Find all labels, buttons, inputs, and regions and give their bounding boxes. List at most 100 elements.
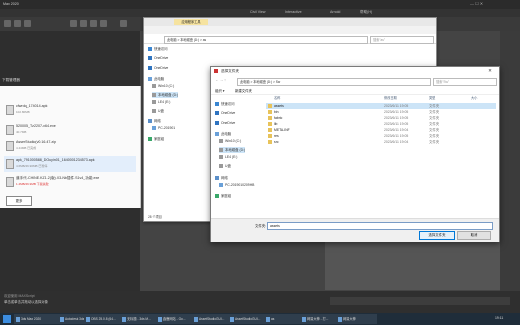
dialog-toolbar: 组织 ▾ 新建文件夹 bbox=[211, 86, 499, 95]
nav-this-pc[interactable]: 此电脑 bbox=[215, 131, 231, 137]
nav-pc[interactable]: PC-2019010209HB bbox=[219, 183, 254, 189]
column-type[interactable]: 类型 bbox=[429, 95, 435, 100]
download-item[interactable]: 道手代-CHINE.KZ1.2(版).X3-Nb插件.S1v4_功能.exe 1.… bbox=[4, 174, 136, 190]
download-meta: 40.7MB bbox=[16, 130, 27, 134]
taskbar-item[interactable]: 3ds Max 2020 bbox=[14, 314, 63, 324]
download-item[interactable]: AsserStudio(v0.16.47.zip 4.44MB 已完成 bbox=[4, 138, 136, 154]
nav-drive-e[interactable]: LE4 (E:) bbox=[219, 155, 237, 161]
ribbon-app-tools-tab[interactable]: 应用程序工具 bbox=[174, 19, 208, 25]
download-name: cfwrdq_174014.apk bbox=[16, 104, 48, 108]
taskbar-item[interactable]: 网易大神 bbox=[336, 314, 377, 324]
organize-button[interactable]: 组织 ▾ bbox=[215, 88, 224, 93]
taskbar-item[interactable]: OBS 25.0.8 (64... bbox=[84, 314, 125, 324]
cancel-button[interactable]: 取消 bbox=[457, 231, 491, 240]
menu-help[interactable]: 帮助(H) bbox=[360, 10, 372, 15]
nav-pc[interactable]: PC-201901 bbox=[152, 126, 175, 132]
folder-icon bbox=[268, 104, 272, 108]
animation-controls[interactable] bbox=[330, 297, 510, 305]
nav-onedrive[interactable]: OneDrive bbox=[148, 56, 168, 62]
nav-label: 家庭组 bbox=[154, 137, 165, 141]
nav-usb[interactable]: U盘 bbox=[219, 163, 231, 169]
menu-interactive[interactable]: Interactive bbox=[285, 10, 302, 14]
nav-quick-access[interactable]: 快速访问 bbox=[215, 101, 235, 107]
dialog-footer: 文件夹: assets 选择文件夹 取消 bbox=[211, 218, 499, 242]
max-titlebar: Max 2020 — ☐ ✕ bbox=[0, 0, 520, 9]
nav-network[interactable]: 网络 bbox=[215, 175, 228, 181]
column-size[interactable]: 大小 bbox=[471, 95, 477, 100]
cloud-icon bbox=[148, 56, 152, 60]
computer-icon bbox=[152, 126, 156, 130]
back-icon[interactable]: ← → ↑ bbox=[215, 78, 226, 82]
column-name[interactable]: 名称 bbox=[274, 95, 280, 100]
nav-onedrive[interactable]: OneDrive bbox=[215, 111, 235, 117]
nav-this-pc[interactable]: 此电脑 bbox=[148, 76, 164, 82]
scale-icon[interactable] bbox=[100, 20, 107, 27]
folder-input[interactable]: assets bbox=[267, 222, 493, 230]
nav-usb[interactable]: U盘 bbox=[152, 108, 164, 114]
download-item[interactable]: apk_791000588_DOuyin01_1640001234573.apk… bbox=[4, 156, 136, 172]
close-button[interactable]: ✕ bbox=[481, 67, 499, 75]
nav-network[interactable]: 网络 bbox=[148, 118, 161, 124]
taskbar-item[interactable]: AssetStudioGUI... bbox=[228, 314, 269, 324]
new-folder-button[interactable]: 新建文件夹 bbox=[235, 88, 252, 93]
file-icon bbox=[6, 177, 14, 187]
column-date[interactable]: 修改日期 bbox=[384, 95, 397, 100]
taskbar-item[interactable]: as bbox=[264, 314, 305, 324]
file-name: src bbox=[274, 140, 279, 144]
taskbar-item[interactable]: 网易大神 - 打... bbox=[300, 314, 341, 324]
select-icon[interactable] bbox=[70, 20, 77, 27]
download-meta: 102.80MB bbox=[16, 110, 30, 114]
snap-icon[interactable] bbox=[120, 20, 127, 27]
explorer-status: 28 个项目 bbox=[148, 215, 162, 219]
nav-label: OneDrive bbox=[154, 66, 169, 70]
link-icon[interactable] bbox=[24, 20, 31, 27]
app-icon bbox=[214, 69, 218, 73]
select-folder-button[interactable]: 选择文件夹 bbox=[419, 231, 455, 240]
nav-onedrive-2[interactable]: OneDrive bbox=[215, 121, 235, 127]
nav-homegroup[interactable]: 家庭组 bbox=[215, 193, 231, 199]
command-panel[interactable] bbox=[500, 31, 520, 291]
menu-civil-view[interactable]: Civil View bbox=[250, 10, 266, 14]
nav-drive-d[interactable]: 本地磁盘 (D:) bbox=[152, 92, 179, 98]
nav-label: 网络 bbox=[154, 119, 161, 123]
taskbar-item[interactable]: AssetStudioGUI... bbox=[192, 314, 233, 324]
taskbar-item[interactable]: 无标题 - 3ds M... bbox=[120, 314, 161, 324]
nav-label: U盘 bbox=[225, 164, 231, 168]
explorer-search-input[interactable]: 搜索"as" bbox=[370, 35, 434, 44]
clock[interactable]: 19:11 bbox=[495, 316, 503, 320]
nav-onedrive-2[interactable]: OneDrive bbox=[148, 66, 168, 72]
download-item[interactable]: cfwrdq_174014.apk 102.80MB bbox=[4, 102, 136, 118]
start-icon[interactable] bbox=[3, 315, 11, 323]
nav-label: 网络 bbox=[221, 176, 228, 180]
rotate-icon[interactable] bbox=[90, 20, 97, 27]
folder-icon bbox=[268, 110, 272, 114]
move-icon[interactable] bbox=[80, 20, 87, 27]
file-icon bbox=[6, 141, 14, 151]
cloud-icon bbox=[148, 66, 152, 70]
drive-icon bbox=[219, 139, 223, 143]
nav-drive-c[interactable]: Win10 (C:) bbox=[219, 139, 241, 145]
more-downloads-button[interactable]: 更多 bbox=[6, 196, 32, 206]
undo-icon[interactable] bbox=[4, 20, 11, 27]
network-icon bbox=[215, 176, 219, 180]
nav-drive-d[interactable]: 本地磁盘 (D:) bbox=[219, 147, 246, 153]
dialog-search-input[interactable]: 搜索"Sw" bbox=[433, 77, 497, 86]
redo-icon[interactable] bbox=[14, 20, 21, 27]
drive-icon bbox=[152, 84, 156, 88]
explorer-address-bar[interactable]: 此电脑 > 本地磁盘 (D:) > as bbox=[164, 35, 368, 44]
file-icon bbox=[6, 125, 14, 135]
file-icon bbox=[6, 105, 14, 115]
window-controls[interactable]: — ☐ ✕ bbox=[470, 1, 483, 6]
file-row[interactable]: src 2023/6/11 19:04 文件夹 bbox=[266, 139, 496, 145]
download-meta: 4.6MB/46.90MB 已暂停 bbox=[16, 164, 48, 168]
download-item[interactable]: 520005_Tz2207-x64.exe 40.7MB bbox=[4, 122, 136, 138]
nav-drive-c[interactable]: Win10 (C:) bbox=[152, 84, 174, 90]
dialog-address-bar[interactable]: 此电脑 > 本地磁盘 (D:) > Sw bbox=[237, 77, 431, 86]
nav-homegroup[interactable]: 家庭组 bbox=[148, 136, 164, 142]
nav-label: OneDrive bbox=[221, 111, 236, 115]
nav-label: 此电脑 bbox=[154, 77, 165, 81]
nav-quick-access[interactable]: 快速访问 bbox=[148, 46, 168, 52]
menu-arnold[interactable]: Arnold bbox=[330, 10, 340, 14]
taskbar-item[interactable]: 鑫鹿网站 - Go... bbox=[156, 314, 197, 324]
nav-drive-e[interactable]: LE4 (E:) bbox=[152, 100, 170, 106]
